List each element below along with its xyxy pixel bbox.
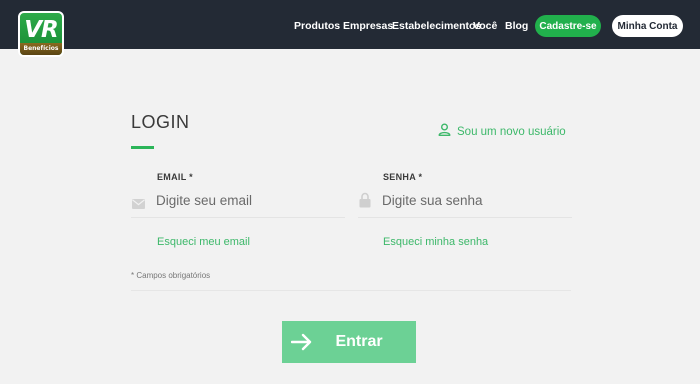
forgot-senha-link[interactable]: Esqueci minha senha — [383, 236, 488, 248]
senha-underline — [358, 217, 572, 218]
forgot-email-link[interactable]: Esqueci meu email — [157, 236, 250, 248]
top-navbar: Produtos Empresas Estabelecimentos Você … — [0, 0, 700, 49]
required-fields-note: * Campos obrigatórios — [131, 271, 211, 280]
senha-label: SENHA * — [383, 172, 423, 182]
entrar-button[interactable]: Entrar — [282, 321, 416, 363]
form-divider — [131, 290, 571, 291]
nav-link-voce[interactable]: Você — [473, 19, 497, 33]
cadastre-se-button[interactable]: Cadastre-se — [535, 15, 601, 37]
minha-conta-label: Minha Conta — [617, 20, 678, 32]
entrar-label: Entrar — [335, 333, 383, 350]
nav-link-empresas[interactable]: Empresas — [343, 19, 393, 33]
nav-link-blog[interactable]: Blog — [505, 19, 528, 33]
email-input[interactable] — [156, 190, 346, 210]
title-underline — [131, 146, 154, 149]
email-underline — [131, 217, 345, 218]
nav-link-produtos[interactable]: Produtos — [294, 19, 340, 33]
logo-letters: VR — [24, 17, 59, 43]
minha-conta-button[interactable]: Minha Conta — [612, 15, 683, 37]
new-user-link[interactable]: Sou um novo usuário — [438, 123, 566, 141]
email-label: EMAIL * — [157, 172, 193, 182]
lock-icon — [359, 192, 371, 213]
cadastre-se-label: Cadastre-se — [539, 20, 597, 32]
nav-link-estabelecimentos[interactable]: Estabelecimentos — [392, 19, 481, 33]
login-title: LOGIN — [131, 112, 190, 132]
envelope-icon — [132, 196, 145, 214]
logo-subtext: Benefícios — [23, 45, 59, 52]
brand-logo[interactable]: VR Benefícios — [18, 11, 64, 57]
user-icon — [438, 123, 451, 141]
new-user-label: Sou um novo usuário — [457, 126, 566, 138]
logo-strip: Benefícios — [20, 43, 62, 55]
senha-input[interactable] — [382, 190, 570, 210]
